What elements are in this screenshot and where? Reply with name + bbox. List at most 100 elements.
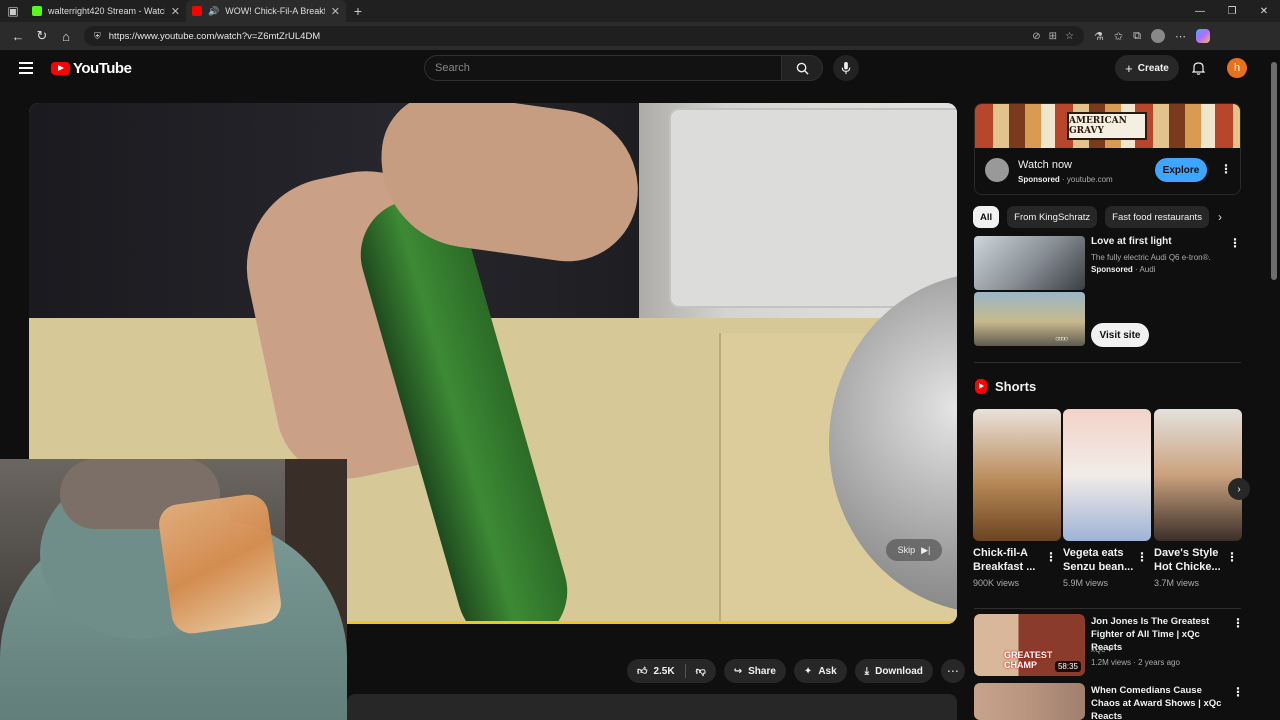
scrollbar-thumb[interactable] [1271,62,1277,280]
url-text: https://www.youtube.com/watch?v=Z6mtZrUL… [108,30,321,42]
tab-title: walterright420 Stream - Watch Li [48,6,165,16]
short-views: 3.7M views [1154,578,1200,588]
short-title[interactable]: Vegeta eats Senzu bean... [1063,546,1135,574]
short-thumbnail[interactable] [1063,409,1151,541]
skip-label: Skip [897,545,916,555]
video-menu-icon[interactable]: ⋮ [1232,616,1244,630]
advertiser-name: Audi [1139,265,1156,274]
short-thumbnail[interactable] [1154,409,1242,541]
advertiser-avatar [985,158,1009,182]
reader-icon[interactable]: ⊞ [1049,31,1057,42]
short-menu-icon[interactable]: ⋮ [1136,550,1148,564]
search-button[interactable] [781,55,823,81]
site-info-icon[interactable]: ⛨ [94,31,101,42]
ad-banner-image[interactable]: AMERICAN GRAVY [975,104,1240,148]
thumbs-down-icon[interactable]: 👎︎ [696,665,706,677]
share-label: Share [748,665,776,677]
short-views: 5.9M views [1063,578,1109,588]
description-box[interactable] [347,694,957,720]
youtube-logo[interactable]: YouTube [51,60,132,77]
youtube-play-icon [51,62,70,75]
notifications-button[interactable] [1190,60,1206,76]
ad-title[interactable]: Watch now [1018,159,1072,171]
short-menu-icon[interactable]: ⋮ [1226,550,1238,564]
bell-icon [1191,62,1205,75]
filter-chips: All From KingSchratz Fast food restauran… [973,206,1209,228]
more-horizontal-icon: ⋯ [946,664,959,678]
audi-ad-meta: Sponsored · Audi [1091,265,1156,274]
hamburger-menu-icon[interactable] [19,62,33,74]
kick-favicon-icon [32,6,42,16]
audi-ad-image-car[interactable] [974,292,1085,346]
chip-fast-food[interactable]: Fast food restaurants [1105,206,1209,228]
chip-all[interactable]: All [973,206,1000,228]
tab-actions-icon[interactable]: ▣ [0,0,26,22]
video-thumbnail[interactable] [974,683,1085,720]
ad-info: Watch now Sponsored · youtube.com Explor… [975,148,1240,194]
audi-rings-icon: ○○○○ [1055,334,1068,343]
close-tab-icon[interactable]: ✕ [171,5,180,18]
visit-site-button[interactable]: Visit site [1091,323,1149,347]
favorite-star-icon[interactable]: ☆ [1065,31,1074,42]
short-menu-icon[interactable]: ⋮ [1045,550,1057,564]
new-tab-button[interactable]: + [346,3,370,19]
audi-ad-menu-icon[interactable]: ⋮ [1229,236,1241,250]
chips-next-icon[interactable]: › [1218,210,1222,224]
ask-button[interactable]: ✦ Ask [793,659,847,683]
create-button[interactable]: + Create [1115,55,1179,81]
more-actions-button[interactable]: ⋯ [940,659,965,683]
minimize-icon[interactable]: — [1184,6,1216,17]
thumbs-up-icon[interactable]: 👍︎ [637,665,647,677]
streamer-webcam-overlay [0,459,347,720]
ad-logo: AMERICAN GRAVY [1067,112,1147,140]
collections-icon[interactable]: ⧉ [1133,30,1141,43]
extension-icon[interactable]: ⚗ [1094,30,1104,43]
plus-icon: + [1125,60,1133,76]
more-menu-icon[interactable]: ⋯ [1175,30,1186,43]
video-menu-icon[interactable]: ⋮ [1232,685,1244,699]
speaker-icon[interactable]: 🔊 [208,6,219,17]
profile-avatar[interactable] [1150,29,1165,43]
skip-ad-button[interactable]: Skip ▶| [886,539,942,561]
browser-tab-kick[interactable]: walterright420 Stream - Watch Li ✕ [26,0,186,22]
audi-ad-image-interior[interactable] [974,236,1085,290]
home-icon[interactable]: ⌂ [54,29,78,44]
video-frame-cabinet [669,108,957,308]
browser-tab-youtube[interactable]: 🔊 WOW! Chick-Fil-A Breakfast ✕ [186,0,346,22]
video-thumbnail[interactable]: GREATEST CHAMP 58:35 [974,614,1085,676]
like-count[interactable]: 2.5K [653,666,674,677]
back-icon[interactable]: ← [6,29,30,44]
divider [974,362,1241,363]
copilot-icon[interactable] [1195,29,1210,43]
search-input[interactable] [435,62,781,74]
maximize-icon[interactable]: ❐ [1216,6,1248,17]
url-field[interactable]: ⛨ https://www.youtube.com/watch?v=Z6mtZr… [84,26,1084,46]
download-button[interactable]: ⤓ Download [854,659,933,683]
close-window-icon[interactable]: ✕ [1248,6,1280,17]
download-label: Download [875,665,923,677]
microphone-icon [841,61,851,74]
sidebar-ad-card[interactable]: AMERICAN GRAVY Watch now Sponsored · you… [974,103,1241,195]
close-tab-icon[interactable]: ✕ [331,5,340,18]
video-actions: 👍︎ 2.5K 👎︎ ↪ Share ✦ Ask ⤓ Download ⋯ [627,659,965,683]
ad-menu-icon[interactable]: ⋮ [1220,162,1232,176]
refresh-icon[interactable]: ↻ [30,28,54,44]
ad-domain: youtube.com [1066,175,1113,184]
browser-tab-bar: ▣ walterright420 Stream - Watch Li ✕ 🔊 W… [0,0,1280,22]
short-title[interactable]: Chick-fil-A Breakfast ... [973,546,1045,574]
voice-search-button[interactable] [833,55,859,81]
channel-name[interactable]: xQc ✔ [1091,645,1114,654]
extension-icons: ⚗ ✩ ⧉ ⋯ [1094,29,1210,43]
explore-button[interactable]: Explore [1155,158,1207,182]
share-button[interactable]: ↪ Share [723,659,786,683]
short-title[interactable]: Dave's Style Hot Chicke... [1154,546,1226,574]
video-title[interactable]: When Comedians Cause Chaos at Award Show… [1091,684,1231,720]
chip-from-channel[interactable]: From KingSchratz [1007,206,1098,228]
video-meta: 1.2M views · 2 years ago [1091,658,1180,667]
audi-ad-title[interactable]: Love at first light [1091,236,1172,247]
shorts-next-button[interactable]: › [1228,478,1250,500]
short-thumbnail[interactable] [973,409,1061,541]
account-avatar[interactable]: h [1227,58,1247,78]
translate-icon[interactable]: ⊘ [1032,31,1040,42]
favorites-icon[interactable]: ✩ [1114,30,1123,43]
